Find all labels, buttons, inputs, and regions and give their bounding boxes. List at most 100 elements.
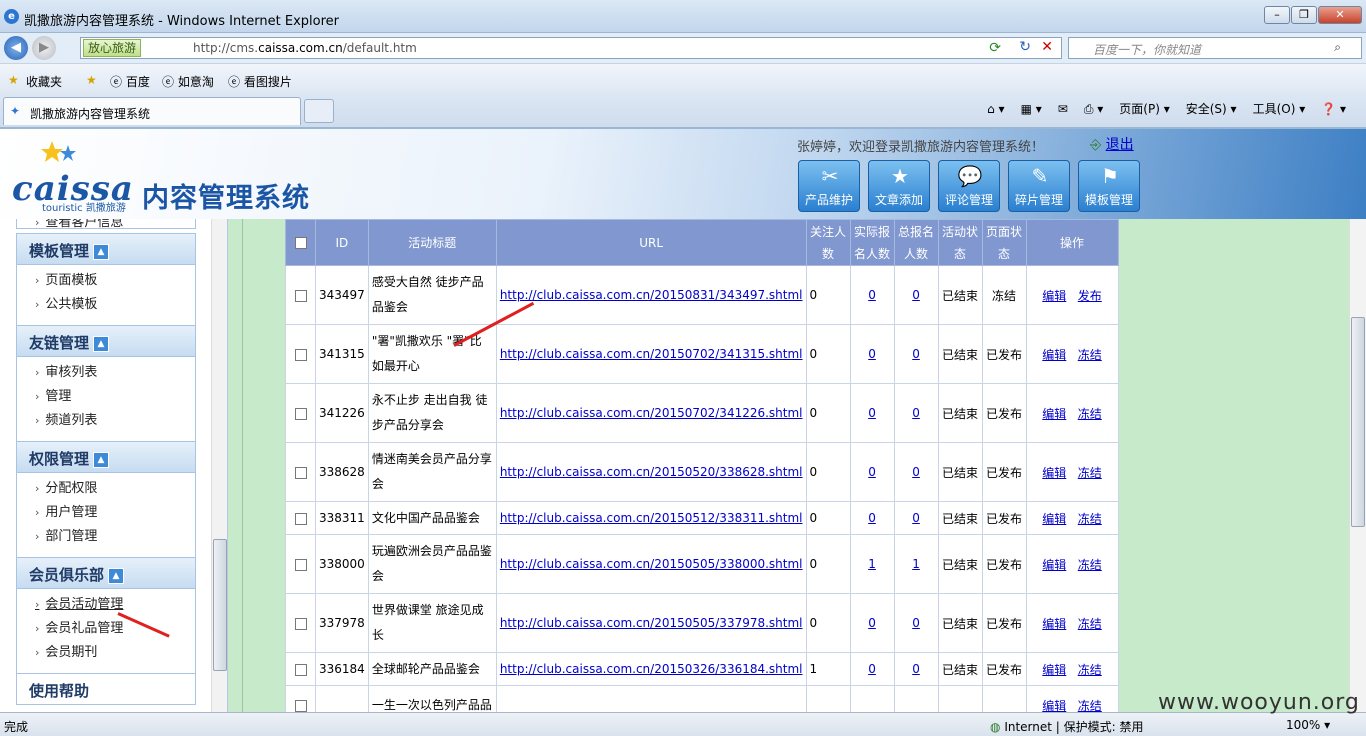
collapse-icon[interactable]: ▲ [93,336,110,352]
row-checkbox[interactable] [294,348,307,361]
sidebar-item-user-manage[interactable]: 用户管理 [35,501,195,525]
sidebar-scroll-thumb[interactable] [213,539,227,671]
help-icon[interactable]: ❓ ▾ [1321,99,1346,119]
template-manage-button[interactable]: ⚑ 模板管理 [1078,160,1140,212]
row-checkbox[interactable] [294,466,307,479]
security-zone[interactable]: ◍ Internet | 保护模式: 禁用 [990,718,1144,735]
toggle-link[interactable]: 冻结 [1078,558,1102,572]
row-actual-link[interactable]: 1 [868,557,876,571]
sidebar-section-help[interactable]: 使用帮助 [16,673,196,705]
row-actual-link[interactable]: 0 [868,616,876,630]
sidebar-section-permissions[interactable]: 权限管理 ▲ [16,441,196,473]
sidebar-item-member-journal[interactable]: 会员期刊 [35,641,195,665]
address-field[interactable]: 放心旅游 http://cms.caissa.com.cn/default.ht… [80,37,1062,59]
sidebar-scrollbar[interactable] [211,219,227,712]
edit-link[interactable]: 编辑 [1042,348,1066,362]
row-total-link[interactable]: 0 [912,288,920,302]
sidebar-item-dept-manage[interactable]: 部门管理 [35,525,195,549]
fav-item-ruyitao[interactable]: ⓔ 如意淘 [162,73,214,90]
row-total-link[interactable]: 1 [912,557,920,571]
select-all-checkbox[interactable] [294,237,307,249]
refresh-icon[interactable]: ↻ [1019,39,1031,55]
row-total-link[interactable]: 0 [912,511,920,525]
toggle-link[interactable]: 发布 [1078,289,1102,303]
edit-link[interactable]: 编辑 [1042,663,1066,677]
feeds-icon[interactable]: ▦ ▾ [1021,99,1042,119]
row-checkbox[interactable] [294,289,307,302]
row-checkbox[interactable] [294,663,307,676]
collapse-icon[interactable]: ▲ [93,452,110,468]
edit-link[interactable]: 编辑 [1042,558,1066,572]
row-total-link[interactable]: 0 [912,616,920,630]
maximize-button[interactable]: ❐ [1291,6,1317,24]
row-url-link[interactable]: http://club.caissa.com.cn/20150505/33797… [500,616,803,630]
collapse-icon[interactable]: ▲ [108,568,125,584]
row-url-link[interactable]: http://club.caissa.com.cn/20150326/33618… [500,662,803,676]
sidebar-item-public-template[interactable]: 公共模板 [35,293,195,317]
edit-link[interactable]: 编辑 [1042,407,1066,421]
row-total-link[interactable]: 0 [912,406,920,420]
row-checkbox[interactable] [294,512,307,525]
toggle-link[interactable]: 冻结 [1078,466,1102,480]
tools-menu[interactable]: 工具(O) ▾ [1253,99,1306,119]
row-url-link[interactable]: http://club.caissa.com.cn/20150520/33862… [500,465,803,479]
search-icon[interactable]: ⌕ [1334,40,1341,55]
row-actual-link[interactable]: 0 [868,406,876,420]
zoom-level[interactable]: 100% ▾ [1286,718,1330,732]
back-button[interactable]: ◀ [4,36,28,60]
security-menu[interactable]: 安全(S) ▾ [1186,99,1237,119]
sidebar-item-review-list[interactable]: 审核列表 [35,361,195,385]
row-checkbox[interactable] [294,558,307,571]
toggle-link[interactable]: 冻结 [1078,699,1102,712]
row-actual-link[interactable]: 0 [868,511,876,525]
row-url-link[interactable]: http://club.caissa.com.cn/20150512/33831… [500,511,803,525]
sidebar-item-manage[interactable]: 管理 [35,385,195,409]
edit-link[interactable]: 编辑 [1042,512,1066,526]
row-checkbox[interactable] [294,700,307,712]
row-url-link[interactable]: http://club.caissa.com.cn/20150831/34349… [500,288,803,302]
print-icon[interactable]: ⎙ ▾ [1084,99,1103,119]
home-icon[interactable]: ⌂ ▾ [987,99,1004,119]
edit-link[interactable]: 编辑 [1042,617,1066,631]
favorites-button[interactable]: 收藏夹 [26,73,62,90]
logout-link[interactable]: ⎆ 退出 [1090,134,1134,154]
row-actual-link[interactable]: 0 [868,465,876,479]
sidebar-section-member-club[interactable]: 会员俱乐部 ▲ [16,557,196,589]
compat-icon[interactable]: ⟳ [989,40,1001,56]
fav-item-kantu[interactable]: ⓔ 看图搜片 [228,73,292,90]
fragment-manage-button[interactable]: ✎ 碎片管理 [1008,160,1070,212]
row-actual-link[interactable]: 0 [868,662,876,676]
row-url-link[interactable]: http://club.caissa.com.cn/20150702/34131… [500,347,803,361]
toggle-link[interactable]: 冻结 [1078,617,1102,631]
row-actual-link[interactable]: 0 [868,288,876,302]
search-input[interactable]: 百度一下，你就知道 ⌕ [1068,37,1362,59]
toggle-link[interactable]: 冻结 [1078,348,1102,362]
sidebar-item-member-activity[interactable]: 会员活动管理 [35,593,195,617]
sidebar-item-page-template[interactable]: 页面模板 [35,269,195,293]
page-scroll-thumb[interactable] [1351,317,1365,527]
row-total-link[interactable]: 0 [912,347,920,361]
sidebar-item-channel-list[interactable]: 频道列表 [35,409,195,433]
stop-icon[interactable]: ✕ [1041,39,1053,55]
new-tab-button[interactable] [304,99,334,123]
sidebar-item-member-gift[interactable]: 会员礼品管理 [35,617,195,641]
toggle-link[interactable]: 冻结 [1078,407,1102,421]
sidebar-item-assign-permission[interactable]: 分配权限 [35,477,195,501]
row-total-link[interactable]: 0 [912,465,920,479]
row-actual-link[interactable]: 0 [868,347,876,361]
edit-link[interactable]: 编辑 [1042,466,1066,480]
fav-item-baidu[interactable]: ⓔ 百度 [110,73,150,90]
collapse-icon[interactable]: ▲ [93,244,110,260]
comment-manage-button[interactable]: 💬 评论管理 [938,160,1000,212]
close-window-button[interactable]: ✕ [1318,6,1362,24]
edit-link[interactable]: 编辑 [1042,289,1066,303]
row-url-link[interactable]: http://club.caissa.com.cn/20150702/34122… [500,406,803,420]
row-url-link[interactable]: http://club.caissa.com.cn/20150505/33800… [500,557,803,571]
add-favorite-icon[interactable]: ★ [86,73,97,87]
product-maintenance-button[interactable]: ✂ 产品维护 [798,160,860,212]
row-checkbox[interactable] [294,617,307,630]
forward-button[interactable]: ▶ [32,36,56,60]
row-checkbox[interactable] [294,407,307,420]
minimize-button[interactable]: – [1264,6,1290,24]
article-add-button[interactable]: ★ 文章添加 [868,160,930,212]
